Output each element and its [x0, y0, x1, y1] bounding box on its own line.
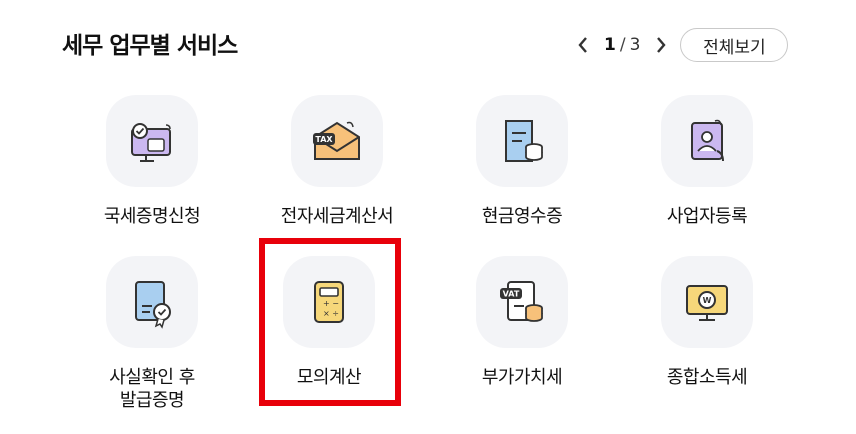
service-icon-box: [106, 256, 198, 348]
vat-document-icon: VAT: [500, 281, 543, 322]
service-label: 종합소득세: [666, 367, 748, 388]
certificate-seal-icon: [135, 281, 171, 329]
service-fact-confirmation[interactable]: 사실확인 후 발급증명: [60, 256, 244, 412]
service-icon-box: W: [661, 256, 753, 348]
view-all-button[interactable]: 전체보기: [680, 28, 789, 62]
service-label-line2: 발급증명: [119, 390, 185, 411]
tax-envelope-icon: TAX: [313, 121, 360, 160]
service-label: 부가가치세: [481, 367, 563, 388]
next-page-button[interactable]: [650, 28, 672, 62]
page-indicator: 1 / 3: [604, 35, 640, 55]
svg-text:VAT: VAT: [503, 290, 520, 299]
monitor-certificate-icon: [131, 123, 171, 162]
service-label: 전자세금계산서: [280, 206, 394, 227]
service-icon-box: VAT: [476, 256, 568, 348]
prev-page-button[interactable]: [572, 28, 594, 62]
current-page: 1: [604, 35, 616, 55]
service-label: 사업자등록: [666, 206, 748, 227]
highlight-box: [259, 238, 401, 406]
receipt-coins-icon: [505, 120, 543, 162]
service-icon-box: [661, 95, 753, 187]
total-pages: 3: [629, 35, 641, 55]
service-tax-certificate[interactable]: 국세증명신청: [60, 95, 244, 228]
section-title: 세무 업무별 서비스: [62, 33, 238, 59]
svg-text:W: W: [703, 296, 712, 305]
service-business-registration[interactable]: 사업자등록: [615, 95, 799, 228]
service-income-tax[interactable]: W 종합소득세: [615, 256, 799, 389]
service-label-line1: 사실확인 후: [109, 367, 195, 388]
service-cash-receipt[interactable]: 현금영수증: [430, 95, 614, 228]
service-icon-box: TAX: [291, 95, 383, 187]
service-label: 국세증명신청: [103, 206, 201, 227]
pager: 1 / 3 전체보기: [572, 28, 789, 62]
service-e-tax-invoice[interactable]: TAX 전자세금계산서: [245, 95, 429, 228]
service-icon-box: [476, 95, 568, 187]
page-separator: /: [619, 35, 626, 55]
service-vat[interactable]: VAT 부가가치세: [430, 256, 614, 389]
service-icon-box: [106, 95, 198, 187]
svg-text:TAX: TAX: [315, 135, 333, 144]
service-label: 현금영수증: [481, 206, 563, 227]
monitor-won-icon: W: [686, 285, 728, 321]
chevron-right-icon: [657, 37, 666, 53]
person-document-icon: [691, 119, 724, 162]
service-label: 사실확인 후 발급증명: [60, 366, 244, 412]
chevron-left-icon: [578, 37, 587, 53]
